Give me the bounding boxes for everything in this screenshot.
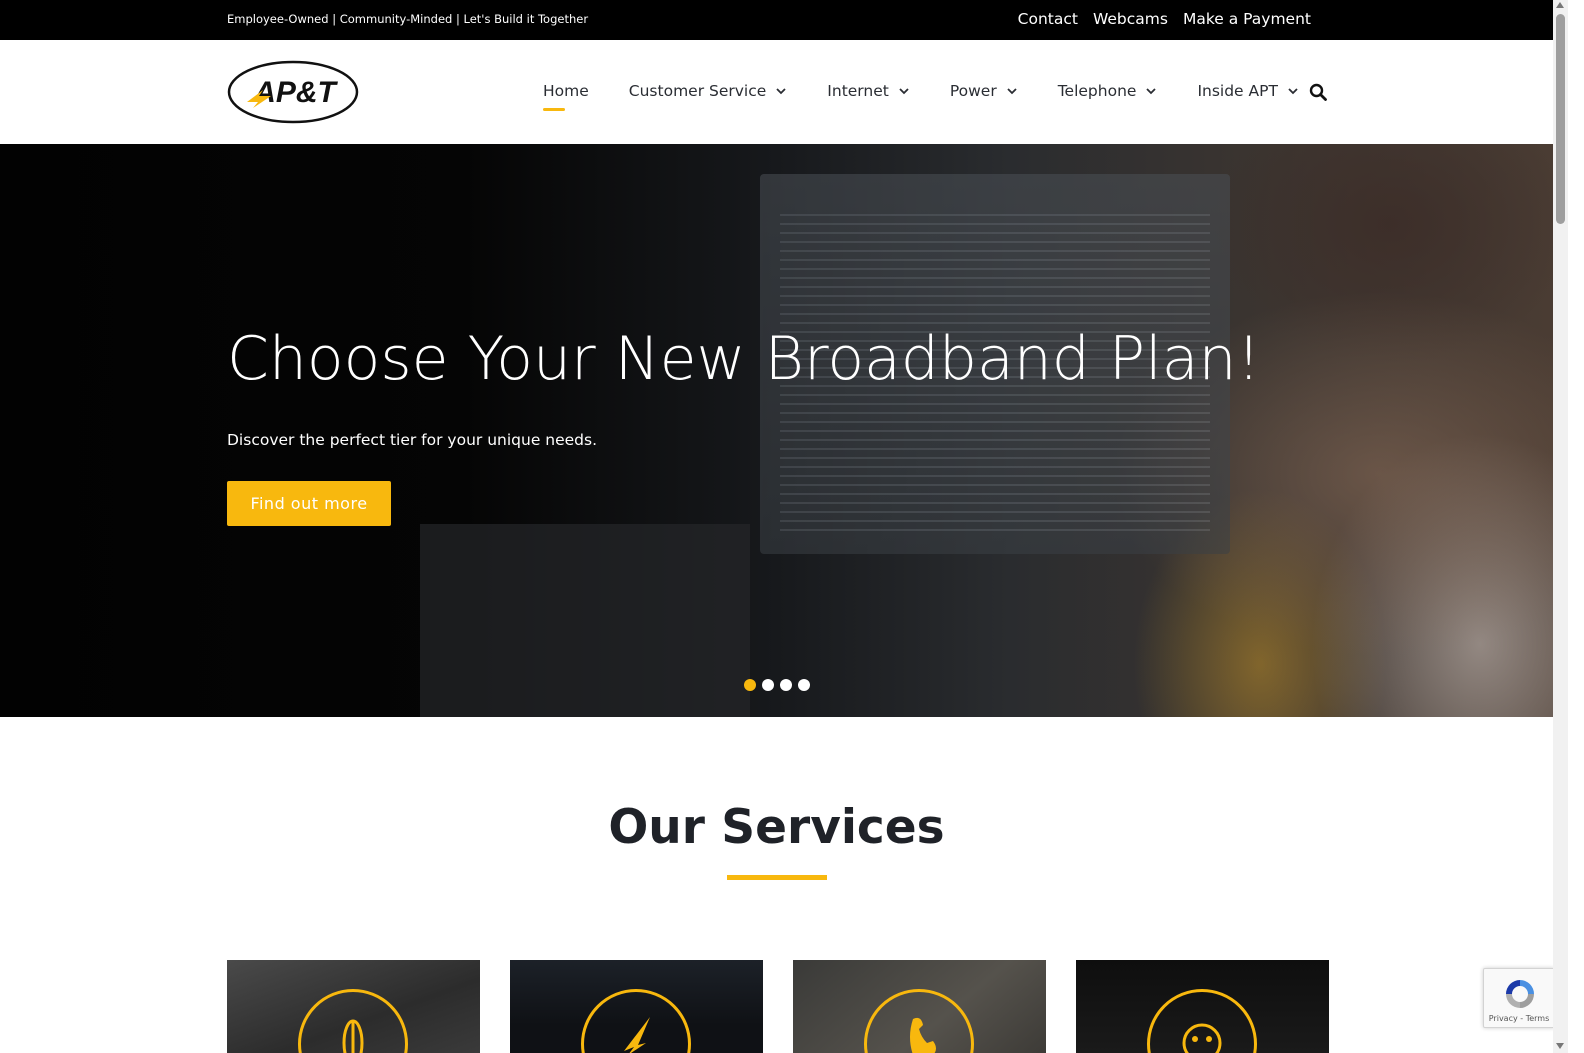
nav-inside-apt-label: Inside APT: [1197, 82, 1278, 100]
nav-power[interactable]: Power: [950, 82, 1018, 100]
find-out-more-button[interactable]: Find out more: [227, 481, 391, 526]
service-card-internet[interactable]: [227, 960, 480, 1053]
service-card-support[interactable]: [1076, 960, 1329, 1053]
chevron-down-icon: [1288, 88, 1298, 95]
slider-dots: [744, 679, 810, 691]
globe-icon: [342, 1019, 364, 1053]
scroll-down-icon[interactable]: [1556, 1043, 1564, 1049]
slider-dot-3[interactable]: [780, 679, 792, 691]
recaptcha-badge[interactable]: Privacy - Terms: [1483, 968, 1555, 1028]
contact-link[interactable]: Contact: [1018, 10, 1078, 28]
slider-dot-4[interactable]: [798, 679, 810, 691]
hero-subtitle: Discover the perfect tier for your uniqu…: [227, 431, 598, 449]
main-nav: Home Customer Service Internet Power Tel…: [543, 82, 1339, 111]
utility-links: Contact Webcams Make a Payment: [1018, 10, 1311, 28]
nav-internet[interactable]: Internet: [827, 82, 910, 100]
apt-logo[interactable]: AP&T: [227, 60, 359, 124]
scroll-up-icon[interactable]: [1556, 2, 1564, 8]
support-icon: [1182, 1023, 1222, 1053]
chevron-down-icon: [776, 88, 786, 95]
nav-telephone[interactable]: Telephone: [1058, 82, 1158, 100]
chevron-down-icon: [899, 88, 909, 95]
lightning-icon: [624, 1017, 650, 1053]
recaptcha-icon: [1506, 980, 1534, 1008]
logo-wordmark: AP&T: [253, 76, 338, 109]
services-divider: [727, 875, 827, 880]
telephone-icon: [910, 1017, 936, 1053]
nav-power-label: Power: [949, 82, 997, 100]
nav-customer-service[interactable]: Customer Service: [629, 82, 788, 100]
service-cards: [227, 960, 1329, 1053]
service-card-power[interactable]: [510, 960, 763, 1053]
services-heading: Our Services: [608, 800, 945, 855]
utility-bar: Employee-Owned | Community-Minded | Let'…: [0, 0, 1553, 40]
slider-dot-2[interactable]: [762, 679, 774, 691]
page-scrollbar[interactable]: [1553, 0, 1568, 1053]
recaptcha-links[interactable]: Privacy - Terms: [1484, 1014, 1554, 1023]
service-card-telephone[interactable]: [793, 960, 1046, 1053]
chevron-down-icon: [1007, 88, 1017, 95]
tagline: Employee-Owned | Community-Minded | Let'…: [227, 12, 589, 26]
site-header: AP&T Home Customer Service Internet Powe…: [0, 40, 1553, 144]
nav-telephone-label: Telephone: [1057, 82, 1137, 100]
nav-inside-apt[interactable]: Inside APT: [1197, 82, 1299, 100]
webcams-link[interactable]: Webcams: [1093, 10, 1168, 28]
chevron-down-icon: [1146, 88, 1157, 95]
nav-internet-label: Internet: [827, 82, 889, 100]
nav-home-label: Home: [543, 82, 589, 100]
search-icon[interactable]: [1309, 83, 1327, 101]
hero-slider: Choose Your New Broadband Plan! Discover…: [0, 144, 1553, 717]
hero-title: Choose Your New Broadband Plan!: [227, 324, 1261, 394]
slider-dot-1[interactable]: [744, 679, 756, 691]
make-payment-link[interactable]: Make a Payment: [1183, 10, 1311, 28]
nav-home[interactable]: Home: [543, 82, 589, 111]
hero-background-laptop: [420, 524, 750, 717]
scroll-thumb[interactable]: [1556, 14, 1565, 224]
nav-customer-service-label: Customer Service: [628, 82, 767, 100]
